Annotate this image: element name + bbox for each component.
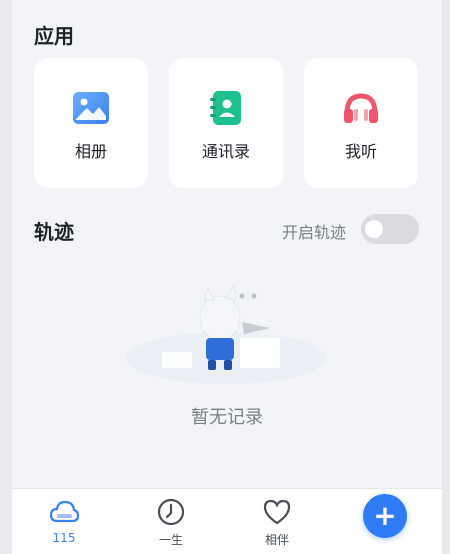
right-edge	[442, 0, 450, 554]
headphones-icon	[343, 92, 379, 124]
app-card-listen[interactable]: 我听	[304, 58, 418, 188]
tab-partner[interactable]: 相伴	[242, 497, 312, 548]
tab-115[interactable]: 115	[29, 497, 99, 545]
clock-icon	[157, 498, 185, 526]
apps-section-title: 应用	[34, 24, 74, 48]
app-card-album[interactable]: 相册	[34, 58, 148, 188]
main-content: 应用 相册 通讯录 我听 轨迹 开启轨迹 暂无记录	[12, 0, 442, 488]
app-label-listen: 我听	[344, 142, 377, 161]
tab-label-partner: 相伴	[264, 533, 289, 547]
toggle-knob	[365, 220, 383, 238]
empty-state-text: 暂无记录	[191, 407, 263, 428]
app-label-album: 相册	[74, 142, 107, 161]
cloud-icon	[49, 500, 79, 523]
app-card-contacts[interactable]: 通讯录	[169, 58, 283, 188]
empty-state-illustration	[116, 280, 336, 390]
track-toggle[interactable]	[361, 214, 419, 244]
add-button[interactable]: +	[363, 494, 407, 538]
contacts-icon	[208, 91, 244, 125]
tab-label-115: 115	[52, 531, 76, 545]
left-edge	[0, 0, 12, 554]
tab-life[interactable]: 一生	[136, 497, 206, 548]
tab-label-life: 一生	[158, 533, 183, 547]
track-section-title: 轨迹	[34, 220, 74, 244]
album-icon	[73, 92, 109, 124]
app-label-contacts: 通讯录	[201, 142, 250, 161]
plus-icon: +	[373, 499, 397, 532]
heart-icon	[263, 499, 291, 525]
track-toggle-label: 开启轨迹	[282, 223, 347, 242]
